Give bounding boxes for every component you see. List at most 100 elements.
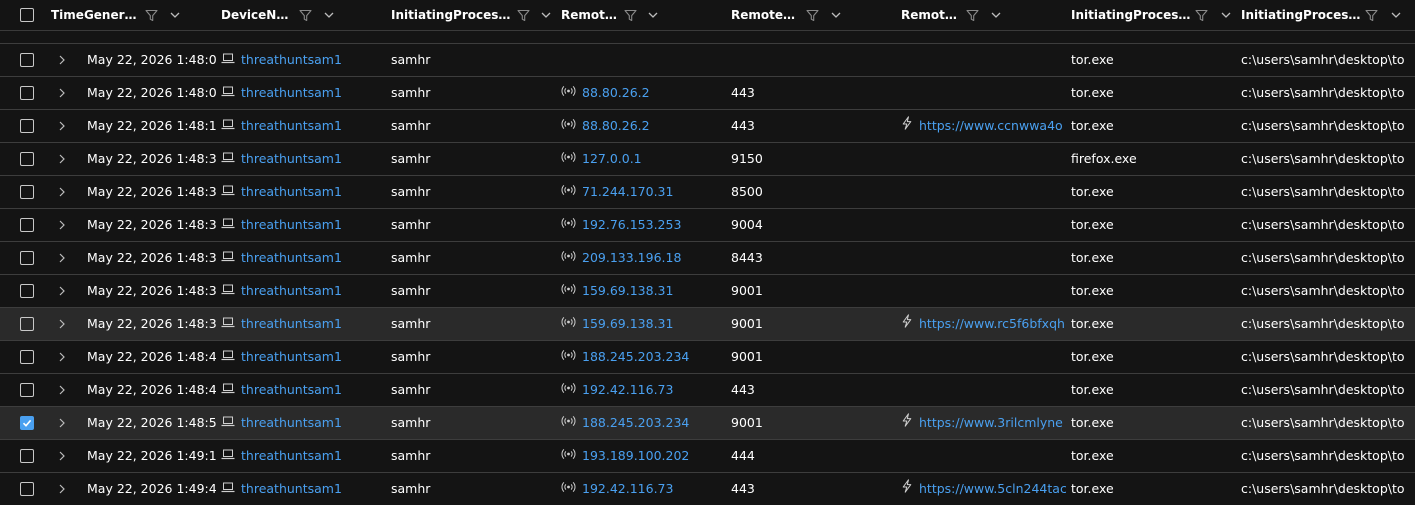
filter-icon[interactable] [806, 0, 819, 30]
cell-device[interactable]: threathuntsam1 [221, 242, 386, 274]
row-select-checkbox[interactable] [20, 449, 34, 463]
cell-ip[interactable]: 209.133.196.18 [561, 242, 726, 274]
table-row[interactable]: May 22, 2026 1:48:10 threathuntsam1 samhr 8… [0, 109, 1415, 142]
cell-url[interactable] [901, 440, 1066, 472]
table-row[interactable]: May 22, 2026 1:49:41 threathuntsam1 samhr 1… [0, 472, 1415, 505]
table-row[interactable]: May 22, 2026 1:48:33 threathuntsam1 samhr 7… [0, 175, 1415, 208]
chevron-right-icon[interactable] [57, 252, 67, 267]
row-select-checkbox[interactable] [20, 119, 34, 133]
chevron-right-icon[interactable] [57, 219, 67, 234]
chevron-right-icon[interactable] [57, 483, 67, 498]
cell-device-text[interactable]: threathuntsam1 [241, 217, 342, 232]
cell-ip-text[interactable]: 88.80.26.2 [582, 85, 650, 100]
select-all-checkbox[interactable] [20, 8, 34, 22]
cell-device-text[interactable]: threathuntsam1 [241, 118, 342, 133]
cell-device[interactable]: threathuntsam1 [221, 308, 386, 340]
chevron-right-icon[interactable] [57, 417, 67, 432]
filter-icon[interactable] [299, 0, 312, 30]
filter-icon[interactable] [966, 0, 979, 30]
row-select-checkbox[interactable] [20, 416, 34, 430]
cell-device[interactable]: threathuntsam1 [221, 143, 386, 175]
filter-icon[interactable] [517, 0, 530, 30]
row-select-checkbox[interactable] [20, 53, 34, 67]
chevron-right-icon[interactable] [57, 153, 67, 168]
cell-ip[interactable]: 159.69.138.31 [561, 275, 726, 307]
row-select-checkbox[interactable] [20, 251, 34, 265]
cell-ip[interactable]: 192.42.116.73 [561, 374, 726, 406]
column-header-file[interactable]: InitiatingProcessFil... [1071, 0, 1191, 30]
cell-ip[interactable]: 88.80.26.2 [561, 77, 726, 109]
cell-url[interactable] [901, 341, 1066, 373]
chevron-down-icon[interactable] [647, 0, 659, 30]
chevron-right-icon[interactable] [57, 87, 67, 102]
chevron-right-icon[interactable] [57, 351, 67, 366]
chevron-down-icon[interactable] [990, 0, 1002, 30]
chevron-right-icon[interactable] [57, 120, 67, 135]
cell-url-text[interactable]: https://www.rc5f6bfxqh [919, 316, 1065, 331]
cell-url[interactable] [901, 143, 1066, 175]
cell-device[interactable]: threathuntsam1 [221, 110, 386, 142]
cell-device[interactable]: threathuntsam1 [221, 473, 386, 505]
cell-ip-text[interactable]: 159.69.138.31 [582, 316, 673, 331]
cell-ip-text[interactable]: 209.133.196.18 [582, 250, 681, 265]
chevron-right-icon[interactable] [57, 318, 67, 333]
cell-ip[interactable]: 188.245.203.234 [561, 341, 726, 373]
row-select-checkbox[interactable] [20, 482, 34, 496]
row-select-checkbox[interactable] [20, 317, 34, 331]
cell-device-text[interactable]: threathuntsam1 [241, 349, 342, 364]
table-row[interactable]: May 22, 2026 1:48:08 threathuntsam1 samhr t… [0, 43, 1415, 76]
cell-ip[interactable]: 71.244.170.31 [561, 176, 726, 208]
cell-ip[interactable]: 192.76.153.253 [561, 209, 726, 241]
cell-device-text[interactable]: threathuntsam1 [241, 382, 342, 397]
cell-ip-text[interactable]: 127.0.0.1 [582, 151, 642, 166]
cell-ip-text[interactable]: 192.42.116.73 [582, 481, 673, 496]
table-row[interactable]: May 22, 2026 1:48:30 threathuntsam1 samhr 1… [0, 142, 1415, 175]
cell-device[interactable]: threathuntsam1 [221, 209, 386, 241]
cell-ip[interactable]: 159.69.138.31 [561, 308, 726, 340]
cell-device[interactable]: threathuntsam1 [221, 176, 386, 208]
cell-url[interactable] [901, 374, 1066, 406]
table-row[interactable]: May 22, 2026 1:48:09 threathuntsam1 samhr 8… [0, 76, 1415, 109]
cell-url-text[interactable]: https://www.ccnwwa4o [919, 118, 1063, 133]
column-header-account[interactable]: InitiatingProcessAc... [391, 0, 513, 30]
cell-url[interactable]: https://www.5cln244tac [901, 473, 1066, 505]
cell-url[interactable] [901, 275, 1066, 307]
cell-ip[interactable]: 127.0.0.1 [561, 143, 726, 175]
chevron-right-icon[interactable] [57, 186, 67, 201]
table-row[interactable]: May 22, 2026 1:49:10 threathuntsam1 samhr 1… [0, 439, 1415, 472]
column-header-ip[interactable]: RemoteIP [561, 0, 619, 30]
cell-url[interactable]: https://www.rc5f6bfxqh [901, 308, 1066, 340]
cell-device[interactable]: threathuntsam1 [221, 440, 386, 472]
cell-url-text[interactable]: https://www.5cln244tac [919, 481, 1066, 496]
chevron-down-icon[interactable] [169, 0, 181, 30]
chevron-down-icon[interactable] [1220, 0, 1232, 30]
row-select-checkbox[interactable] [20, 284, 34, 298]
cell-url[interactable] [901, 77, 1066, 109]
cell-device[interactable]: threathuntsam1 [221, 374, 386, 406]
cell-device[interactable]: threathuntsam1 [221, 275, 386, 307]
cell-device-text[interactable]: threathuntsam1 [241, 52, 342, 67]
filter-icon[interactable] [1195, 0, 1208, 30]
column-header-port[interactable]: RemotePort [731, 0, 801, 30]
cell-device[interactable]: threathuntsam1 [221, 44, 386, 76]
cell-device[interactable]: threathuntsam1 [221, 407, 386, 439]
cell-device-text[interactable]: threathuntsam1 [241, 184, 342, 199]
cell-ip[interactable]: 192.42.116.73 [561, 473, 726, 505]
table-row[interactable]: May 22, 2026 1:48:49 threathuntsam1 samhr 1… [0, 340, 1415, 373]
column-header-time[interactable]: TimeGenerated [51, 0, 143, 30]
table-row[interactable]: May 22, 2026 1:48:39 threathuntsam1 samhr 1… [0, 307, 1415, 340]
filter-icon[interactable] [624, 0, 637, 30]
cell-device[interactable]: threathuntsam1 [221, 341, 386, 373]
chevron-right-icon[interactable] [57, 54, 67, 69]
cell-device-text[interactable]: threathuntsam1 [241, 481, 342, 496]
cell-ip[interactable]: 88.80.26.2 [561, 110, 726, 142]
row-select-checkbox[interactable] [20, 185, 34, 199]
row-select-checkbox[interactable] [20, 152, 34, 166]
filter-icon[interactable] [145, 0, 158, 30]
column-header-folder[interactable]: InitiatingProcessFo... [1241, 0, 1361, 30]
cell-device-text[interactable]: threathuntsam1 [241, 85, 342, 100]
row-select-checkbox[interactable] [20, 350, 34, 364]
cell-url[interactable] [901, 209, 1066, 241]
cell-ip[interactable]: 193.189.100.202 [561, 440, 726, 472]
cell-url[interactable] [901, 176, 1066, 208]
